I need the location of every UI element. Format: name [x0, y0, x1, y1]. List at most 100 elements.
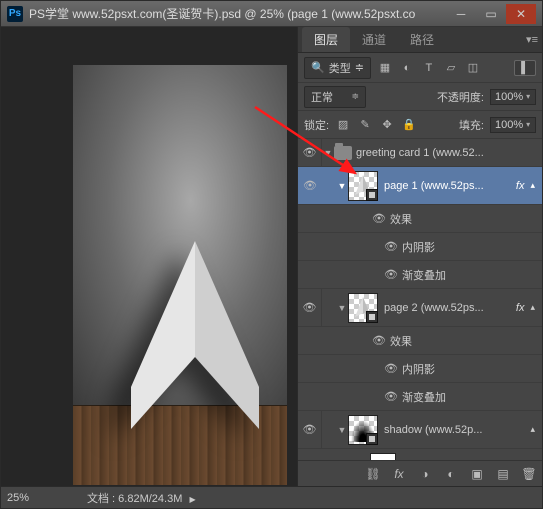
lock-position-icon[interactable]: ✥: [379, 117, 395, 133]
visibility-spacer: [298, 355, 322, 382]
disclosure-triangle[interactable]: ▼: [336, 181, 348, 191]
effect-name[interactable]: 内阴影: [400, 361, 435, 377]
effect-gradient-overlay-row[interactable]: 👁 渐变叠加: [298, 383, 542, 411]
doc-info-menu-icon[interactable]: ▶: [189, 495, 195, 504]
maximize-button[interactable]: ▭: [476, 4, 506, 24]
fx-disclosure-icon[interactable]: ▴: [526, 180, 539, 191]
layer-list[interactable]: 👁 ▼ greeting card 1 (www.52... 👁 ▼ page …: [298, 139, 542, 460]
window-controls: ─ ▭ ✕: [446, 4, 536, 24]
fx-disclosure-icon[interactable]: ▴: [526, 424, 539, 435]
tab-paths[interactable]: 路径: [398, 27, 446, 52]
layer-filter-row: 🔍 类型 ≑ ▦ ◐ T ▱ ◫ ▌: [298, 53, 542, 83]
adjustment-layer-icon[interactable]: ◐: [442, 465, 460, 483]
canvas-area[interactable]: [1, 27, 297, 486]
filter-adjust-icon[interactable]: ◐: [399, 60, 415, 76]
filter-type-label: 类型: [329, 60, 351, 76]
visibility-spacer: [298, 449, 322, 460]
layer-thumbnail[interactable]: [348, 415, 378, 445]
new-group-icon[interactable]: ▣: [468, 465, 486, 483]
visibility-toggle[interactable]: 👁: [370, 327, 388, 354]
fx-badge[interactable]: fx: [514, 302, 527, 314]
visibility-toggle[interactable]: 👁: [298, 289, 322, 326]
effect-inner-shadow-row[interactable]: 👁 内阴影: [298, 355, 542, 383]
filter-toggle-switch[interactable]: ▌: [514, 60, 536, 76]
visibility-toggle[interactable]: 👁: [382, 233, 400, 260]
layer-name[interactable]: page 1 (www.52ps...: [384, 180, 514, 192]
lock-label: 锁定:: [304, 117, 329, 133]
tab-layers[interactable]: 图层: [302, 27, 350, 52]
effects-row[interactable]: 👁 效果: [298, 205, 542, 233]
doc-info-text: 文档 : 6.82M/24.3M: [87, 493, 182, 505]
layer-row-page2[interactable]: 👁 ▼ page 2 (www.52ps... fx ▴: [298, 289, 542, 327]
window-title: PS学堂 www.52psxt.com(圣诞贺卡).psd @ 25% (pag…: [29, 5, 446, 22]
effects-row[interactable]: 👁 效果: [298, 327, 542, 355]
fill-value: 100%: [495, 119, 523, 131]
fx-disclosure-icon[interactable]: ▴: [526, 302, 539, 313]
panel-menu-icon[interactable]: ▾≡: [526, 33, 538, 46]
blend-mode-dropdown[interactable]: 正常 ≑: [304, 86, 366, 108]
close-button[interactable]: ✕: [506, 4, 536, 24]
folder-icon: [334, 146, 352, 160]
filter-shape-icon[interactable]: ▱: [443, 60, 459, 76]
filter-pixel-icon[interactable]: ▦: [377, 60, 393, 76]
layer-name[interactable]: shadow (www.52p...: [384, 424, 526, 436]
greeting-card-object: [121, 237, 269, 429]
visibility-spacer: [298, 327, 322, 354]
disclosure-triangle[interactable]: ▼: [336, 303, 348, 313]
smart-filters-label[interactable]: 智能滤镜: [402, 458, 448, 461]
effect-inner-shadow-row[interactable]: 👁 内阴影: [298, 233, 542, 261]
visibility-toggle[interactable]: 👁: [298, 411, 322, 448]
disclosure-triangle[interactable]: ▼: [336, 425, 348, 435]
visibility-toggle[interactable]: 👁: [298, 167, 322, 204]
effect-name[interactable]: 渐变叠加: [400, 389, 446, 405]
effects-label[interactable]: 效果: [388, 211, 412, 227]
link-layers-icon[interactable]: ⛓: [364, 465, 382, 483]
layer-thumbnail[interactable]: [348, 171, 378, 201]
layer-group-row[interactable]: 👁 ▼ greeting card 1 (www.52...: [298, 139, 542, 167]
app-icon: Ps: [7, 6, 23, 22]
blend-mode-value: 正常: [311, 89, 333, 105]
effect-gradient-overlay-row[interactable]: 👁 渐变叠加: [298, 261, 542, 289]
fill-input[interactable]: 100% ▾: [490, 117, 536, 133]
document-canvas[interactable]: [73, 65, 287, 485]
opacity-input[interactable]: 100% ▾: [490, 89, 536, 105]
layer-name[interactable]: greeting card 1 (www.52...: [356, 147, 539, 159]
lock-pixels-icon[interactable]: ✎: [357, 117, 373, 133]
visibility-spacer: [298, 383, 322, 410]
filter-mask-thumbnail[interactable]: [370, 453, 396, 461]
visibility-spacer: [298, 233, 322, 260]
visibility-toggle[interactable]: 👁: [382, 355, 400, 382]
layer-row-page1[interactable]: 👁 ▼ page 1 (www.52ps... fx ▴: [298, 167, 542, 205]
visibility-toggle[interactable]: 👁: [382, 261, 400, 288]
layer-style-icon[interactable]: fx: [390, 465, 408, 483]
visibility-spacer: [298, 261, 322, 288]
layer-row-shadow[interactable]: 👁 ▼ shadow (www.52p... ▴: [298, 411, 542, 449]
effect-name[interactable]: 渐变叠加: [400, 267, 446, 283]
smart-object-badge-icon: [366, 311, 378, 323]
visibility-toggle[interactable]: 👁: [298, 139, 322, 166]
visibility-toggle[interactable]: 👁: [352, 449, 370, 460]
disclosure-triangle[interactable]: ▼: [322, 148, 334, 158]
minimize-button[interactable]: ─: [446, 4, 476, 24]
filter-type-dropdown[interactable]: 🔍 类型 ≑: [304, 57, 371, 79]
tab-channels[interactable]: 通道: [350, 27, 398, 52]
filter-type-icon[interactable]: T: [421, 60, 437, 76]
new-layer-icon[interactable]: ▤: [494, 465, 512, 483]
lock-transparency-icon[interactable]: ▨: [335, 117, 351, 133]
layer-mask-icon[interactable]: ◑: [416, 465, 434, 483]
lock-all-icon[interactable]: 🔒: [401, 117, 417, 133]
zoom-level[interactable]: 25%: [7, 492, 67, 504]
titlebar: Ps PS学堂 www.52psxt.com(圣诞贺卡).psd @ 25% (…: [1, 1, 542, 27]
fill-label: 填充:: [459, 117, 484, 133]
delete-layer-icon[interactable]: 🗑: [520, 465, 538, 483]
visibility-toggle[interactable]: 👁: [370, 205, 388, 232]
smart-filters-row[interactable]: 👁 智能滤镜: [298, 449, 542, 460]
visibility-toggle[interactable]: 👁: [382, 383, 400, 410]
fx-badge[interactable]: fx: [514, 180, 527, 192]
layer-thumbnail[interactable]: [348, 293, 378, 323]
effects-label[interactable]: 效果: [388, 333, 412, 349]
filter-smart-icon[interactable]: ◫: [465, 60, 481, 76]
doc-info[interactable]: 文档 : 6.82M/24.3M ▶: [87, 490, 196, 506]
layer-name[interactable]: page 2 (www.52ps...: [384, 302, 514, 314]
effect-name[interactable]: 内阴影: [400, 239, 435, 255]
